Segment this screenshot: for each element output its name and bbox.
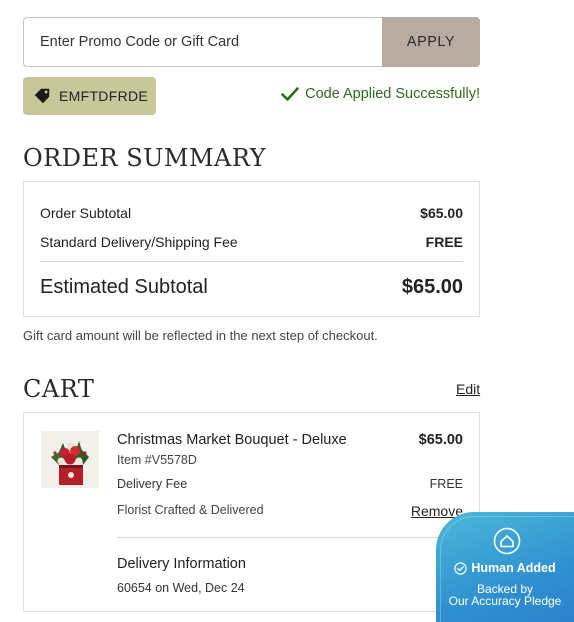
gift-card-note: Gift card amount will be reflected in th… [23, 328, 378, 343]
success-message: Code Applied Successfully! [281, 86, 480, 102]
delivery-info-detail: 60654 on Wed, Dec 24 [117, 581, 245, 595]
tag-icon [34, 88, 50, 104]
summary-row-shipping: Standard Delivery/Shipping Fee FREE [40, 234, 463, 250]
apply-button[interactable]: APPLY [382, 17, 480, 67]
summary-row-estimated-subtotal: Estimated Subtotal $65.00 [40, 276, 463, 299]
edit-cart-link[interactable]: Edit [456, 381, 480, 397]
item-name: Christmas Market Bouquet - Deluxe [117, 432, 347, 448]
applied-code-text: EMFTDFRDE [59, 88, 149, 104]
check-circle-icon [454, 561, 468, 575]
estimated-subtotal-value: $65.00 [401, 276, 463, 298]
cart-item-box: Christmas Market Bouquet - Deluxe $65.00… [23, 412, 480, 612]
summary-row-subtotal: Order Subtotal $65.00 [40, 205, 463, 221]
success-message-text: Code Applied Successfully! [305, 86, 480, 102]
summary-row-label: Order Subtotal [40, 205, 132, 221]
bouquet-image[interactable] [41, 431, 99, 488]
house-icon [493, 527, 521, 555]
florist-crafted-text: Florist Crafted & Delivered [117, 503, 264, 517]
accuracy-pledge-badge[interactable]: Human Added Backed by Our Accuracy Pledg… [436, 512, 574, 622]
badge-headline-text: Human Added [471, 561, 556, 575]
summary-row-value: FREE [425, 234, 463, 250]
promo-form: APPLY [23, 17, 480, 67]
item-sku: Item #V5578D [117, 453, 197, 467]
cart-title: CART [23, 375, 95, 403]
applied-code-chip: EMFTDFRDE [23, 77, 156, 115]
delivery-fee-label: Delivery Fee [117, 477, 188, 491]
delivery-fee-value: FREE [429, 477, 463, 491]
summary-row-value: $65.00 [420, 205, 463, 221]
cart-divider [117, 537, 463, 538]
summary-row-label: Standard Delivery/Shipping Fee [40, 234, 238, 250]
order-summary-title: ORDER SUMMARY [23, 144, 267, 172]
bouquet-icon [41, 431, 99, 488]
order-summary-box: Order Subtotal $65.00 Standard Delivery/… [23, 181, 480, 317]
delivery-info-title: Delivery Information [117, 556, 246, 572]
badge-headline: Human Added [436, 561, 574, 575]
item-price: $65.00 [418, 432, 463, 448]
promo-code-input[interactable] [23, 17, 382, 67]
estimated-subtotal-label: Estimated Subtotal [40, 276, 208, 298]
badge-subtext-line2: Our Accuracy Pledge [448, 594, 562, 608]
check-icon [281, 87, 299, 101]
summary-divider [40, 261, 463, 262]
